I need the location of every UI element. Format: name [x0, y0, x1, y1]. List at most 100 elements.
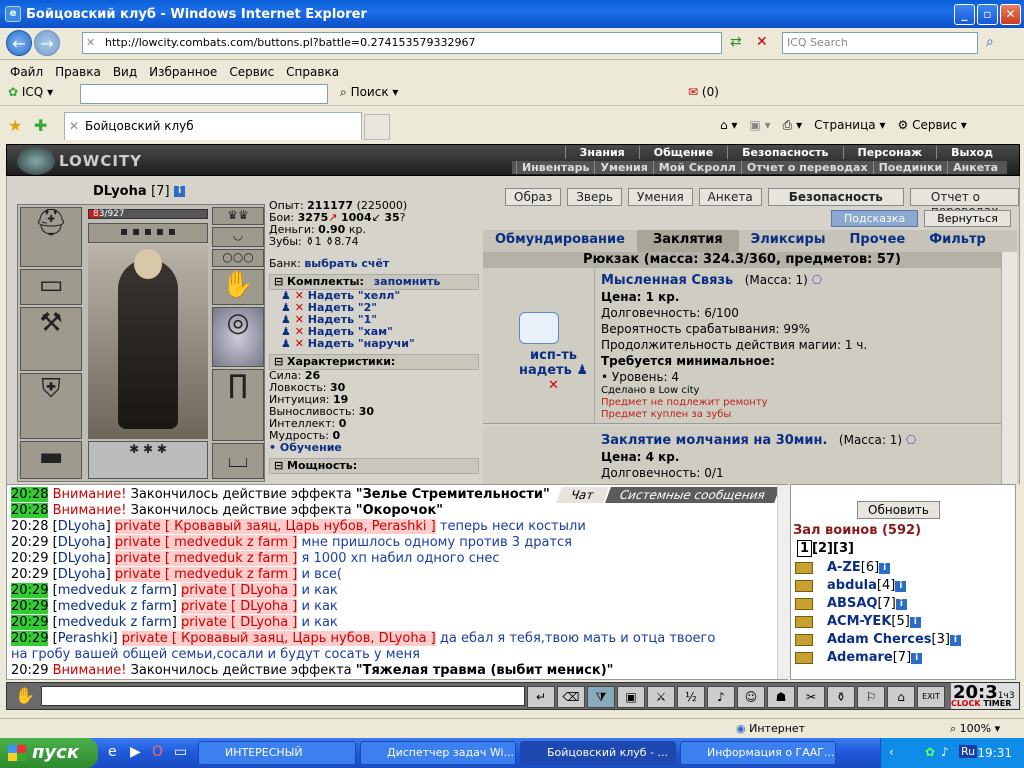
private-message-icon[interactable]	[795, 652, 813, 664]
start-button[interactable]: пуск	[0, 738, 98, 768]
home-icon[interactable]: ⌂ ▾	[720, 118, 737, 133]
security-button[interactable]: Безопасность	[767, 188, 904, 206]
subnav-profile[interactable]: Анкета	[947, 161, 1003, 174]
nav-exit[interactable]: Выход	[936, 146, 1007, 159]
url-field[interactable]: ✕ http://lowcity.combats.com/buttons.pl?…	[82, 32, 722, 54]
tab-system-messages[interactable]: Системные сообщения	[604, 487, 780, 503]
gloves-slot[interactable]: ✋	[212, 269, 264, 305]
chat-nick[interactable]: medveduk z farm	[58, 615, 172, 630]
maximize-button[interactable]: ▫	[977, 4, 998, 25]
private-message-icon[interactable]	[795, 562, 813, 574]
feeds-icon[interactable]: ▣ ▾	[749, 118, 770, 133]
private-message-icon[interactable]	[795, 580, 813, 592]
chat-scrollbar[interactable]	[777, 485, 789, 679]
chat-nick[interactable]: DLyoha	[58, 519, 106, 534]
transfers-button[interactable]: Отчет о переводах	[909, 188, 1020, 218]
print-icon[interactable]: ⎙ ▾	[783, 118, 802, 133]
chat-timestamp[interactable]: 20:29	[11, 583, 49, 598]
chat-nick[interactable]: medveduk z farm	[58, 599, 172, 614]
nav-character[interactable]: Персонаж	[842, 146, 937, 159]
profile-button[interactable]: Анкета	[698, 188, 762, 206]
tab-chat[interactable]: Чат	[556, 487, 609, 503]
fight-icon[interactable]: ⚔	[647, 686, 675, 708]
chat-nick[interactable]: Perashki	[58, 631, 113, 646]
user-name[interactable]: A-ZE	[827, 559, 861, 577]
forward-button[interactable]: →	[34, 30, 60, 56]
search-input[interactable]: ICQ Search	[782, 32, 978, 54]
delete-icon[interactable]: ✕	[295, 337, 304, 350]
menu-tools[interactable]: Сервис	[223, 65, 280, 79]
user-row[interactable]: ABSAQ [7] i	[795, 595, 1005, 613]
send-icon[interactable]: ↵	[527, 686, 555, 708]
hand-icon[interactable]: ✋	[15, 686, 35, 705]
amulet-slot[interactable]: ◡	[212, 227, 264, 247]
tools-menu[interactable]: ⚙ Сервис ▾	[897, 118, 966, 133]
chat-private-to[interactable]: private [ medveduk z farm ]	[114, 535, 298, 550]
bag-icon[interactable]: ⚱	[827, 686, 855, 708]
subnav-transfers[interactable]: Отчет о переводах	[740, 161, 873, 174]
chat-private-to[interactable]: private [ medveduk z farm ]	[114, 567, 298, 582]
pocket-slots[interactable]: ✱ ✱ ✱	[88, 441, 208, 479]
new-tab-button[interactable]	[364, 114, 390, 140]
user-name[interactable]: Adam Cherces	[827, 631, 932, 649]
bracers-slot[interactable]: ▭	[20, 269, 82, 305]
private-message-icon[interactable]	[795, 598, 813, 610]
tray-volume-icon[interactable]: ♪	[941, 745, 949, 759]
info-icon[interactable]: i	[895, 580, 907, 592]
lock-icon[interactable]: ⌂	[887, 686, 915, 708]
chat-input[interactable]	[41, 686, 525, 706]
split-icon[interactable]: ½	[677, 686, 705, 708]
chat-private-to[interactable]: private [ DLyoha ]	[180, 599, 298, 614]
info-icon[interactable]: i	[895, 598, 907, 610]
pants-slot[interactable]: ∏	[212, 369, 264, 441]
chat-timestamp[interactable]: 20:29	[11, 567, 48, 582]
menu-view[interactable]: Вид	[107, 65, 143, 79]
chat-timestamp[interactable]: 20:28	[11, 519, 48, 534]
tab-other[interactable]: Прочее	[838, 230, 918, 252]
zoom-control[interactable]: ⌕ 100% ▾	[950, 722, 1000, 736]
page-link[interactable]: 1	[797, 540, 813, 557]
chat-timestamp[interactable]: 20:29	[11, 631, 49, 646]
menu-edit[interactable]: Правка	[49, 65, 107, 79]
minimize-button[interactable]: _	[954, 4, 975, 25]
chars-header[interactable]: ⊟ Характеристики:	[269, 354, 479, 370]
chat-timestamp[interactable]: 20:29	[11, 615, 49, 630]
refresh-icon[interactable]: ⇄	[730, 34, 742, 50]
subnav-inventory[interactable]: Инвентарь	[516, 161, 594, 174]
people-icon[interactable]: ☗	[767, 686, 795, 708]
rings-slot[interactable]: ○○○	[212, 249, 264, 267]
refresh-button[interactable]: Обновить	[857, 501, 940, 519]
page-menu[interactable]: Страница ▾	[814, 118, 885, 133]
tray-arrow-icon[interactable]: ‹	[889, 745, 894, 759]
menu-help[interactable]: Справка	[280, 65, 345, 79]
nav-communication[interactable]: Общение	[638, 146, 727, 159]
bank-link[interactable]: выбрать счёт	[304, 257, 389, 270]
exit-icon[interactable]: EXIT	[917, 686, 945, 708]
chat-timestamp[interactable]: 20:29	[11, 535, 48, 550]
eraser-icon[interactable]: ⌫	[557, 686, 585, 708]
chat-private-to[interactable]: private [ Кровавый заяц, Царь нубов, Per…	[114, 519, 436, 534]
language-indicator[interactable]: Ru	[959, 745, 978, 758]
helmet-slot[interactable]: ⛑	[20, 207, 82, 267]
filter-icon[interactable]: ⧩	[587, 686, 615, 708]
chat-timestamp[interactable]: 20:29	[11, 663, 48, 678]
add-favorite-icon[interactable]: ✚	[34, 116, 47, 135]
run-icon[interactable]: ⚐	[857, 686, 885, 708]
image-button[interactable]: Образ	[505, 188, 562, 206]
chat-timestamp[interactable]: 20:29	[11, 599, 49, 614]
menu-favorites[interactable]: Избранное	[143, 65, 223, 79]
chat-nick[interactable]: DLyoha	[58, 551, 106, 566]
hint-button[interactable]: Подсказка	[831, 210, 919, 227]
search-icon[interactable]: ⌕	[986, 34, 994, 50]
user-row[interactable]: Adam Cherces [3] i	[795, 631, 1005, 649]
beast-button[interactable]: Зверь	[567, 188, 623, 206]
shield-slot[interactable]: ◎	[212, 307, 264, 367]
quicklaunch-media-icon[interactable]: ▶	[130, 744, 141, 760]
boots-slot[interactable]: ⌴	[212, 443, 264, 479]
quicklaunch-desktop-icon[interactable]: ▭	[174, 744, 187, 760]
private-message-icon[interactable]	[795, 634, 813, 646]
chat-nick[interactable]: DLyoha	[58, 567, 106, 582]
return-button[interactable]: Вернуться	[924, 210, 1011, 227]
mail-count[interactable]: ✉ (0)	[688, 85, 719, 99]
chat-private-to[interactable]: private [ DLyoha ]	[180, 583, 298, 598]
